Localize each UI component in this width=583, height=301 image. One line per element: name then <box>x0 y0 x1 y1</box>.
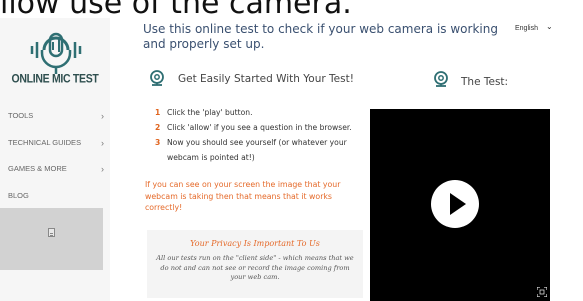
sidebar-item-label: TOOLS <box>8 111 34 120</box>
steps-list: 1 Click the 'play' button. 2 Click 'allo… <box>155 105 365 165</box>
list-item: 1 Click the 'play' button. <box>155 105 365 120</box>
chevron-right-icon: › <box>101 111 104 121</box>
document-icon <box>48 228 55 237</box>
step-text: Now you should see yourself (or whatever… <box>167 138 347 162</box>
chevron-right-icon: › <box>101 164 104 174</box>
privacy-title: Your Privacy Is Important To Us <box>190 239 320 248</box>
location-pin-icon <box>150 70 164 86</box>
test-section-title: The Test: <box>461 76 509 88</box>
intro-text: Use this online test to check if your we… <box>143 22 498 51</box>
sidebar-item-technical-guides[interactable]: TECHNICAL GUIDES › <box>8 136 104 150</box>
success-note: If you can see on your screen the image … <box>145 180 341 212</box>
step-text: Click 'allow' if you see a question in t… <box>167 123 352 132</box>
sidebar-item-blog[interactable]: BLOG <box>8 189 104 203</box>
sidebar-item-label: BLOG <box>8 191 29 200</box>
microphone-logo-icon[interactable] <box>28 28 84 76</box>
play-icon[interactable] <box>431 180 479 228</box>
sidebar: ONLINE MIC TEST TOOLS › TECHNICAL GUIDES… <box>0 18 110 301</box>
sidebar-item-tools[interactable]: TOOLS › <box>8 109 104 123</box>
list-item: 3 Now you should see yourself (or whatev… <box>155 135 365 165</box>
step-text: Click the 'play' button. <box>167 108 253 117</box>
privacy-text: All our tests run on the "client side" -… <box>156 254 354 281</box>
fullscreen-icon[interactable] <box>537 287 547 297</box>
step-number: 2 <box>155 123 161 132</box>
sidebar-item-label: TECHNICAL GUIDES <box>8 138 82 147</box>
location-pin-icon <box>434 71 448 87</box>
step-number: 1 <box>155 108 161 117</box>
language-select[interactable]: English <box>515 25 538 32</box>
sidebar-item-games-more[interactable]: GAMES & MORE › <box>8 162 104 176</box>
ad-placeholder <box>0 208 103 270</box>
step-number: 3 <box>155 138 161 147</box>
privacy-box: Your Privacy Is Important To Us All our … <box>147 230 363 298</box>
start-section-title: Get Easily Started With Your Test! <box>178 73 354 85</box>
logo-text[interactable]: ONLINE MIC TEST <box>0 72 110 86</box>
sidebar-item-label: GAMES & MORE <box>8 164 67 173</box>
chevron-right-icon: › <box>101 138 104 148</box>
chevron-down-icon[interactable]: ⌄ <box>546 22 553 31</box>
list-item: 2 Click 'allow' if you see a question in… <box>155 120 365 135</box>
webcam-video-player[interactable] <box>370 109 550 301</box>
